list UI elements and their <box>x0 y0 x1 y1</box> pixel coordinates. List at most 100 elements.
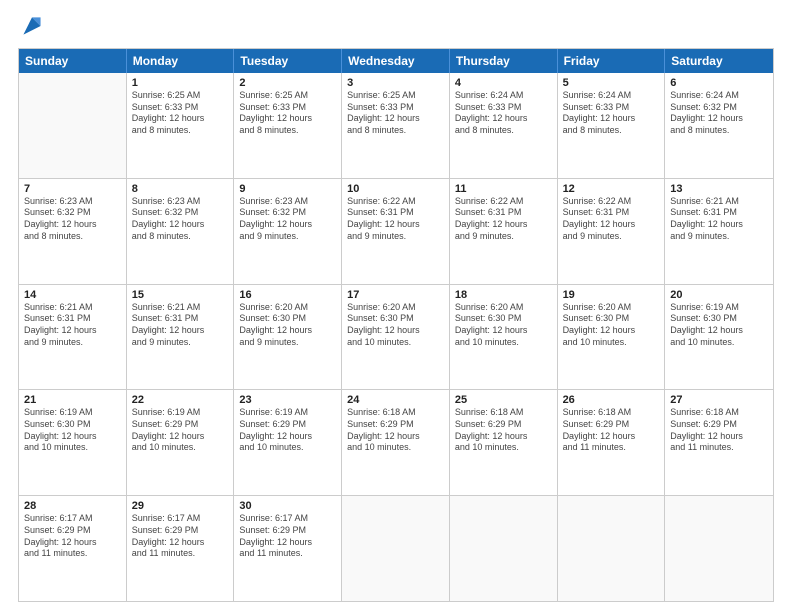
cell-info-line: Sunset: 6:33 PM <box>563 102 660 114</box>
cell-info-line: Sunrise: 6:21 AM <box>670 196 768 208</box>
day-number: 18 <box>455 289 552 301</box>
cell-info-line: Sunrise: 6:19 AM <box>132 407 229 419</box>
cell-info-line: Daylight: 12 hours <box>455 113 552 125</box>
calendar-row-0: 1Sunrise: 6:25 AMSunset: 6:33 PMDaylight… <box>19 73 773 178</box>
cell-info-line: and 8 minutes. <box>563 125 660 137</box>
calendar-cell: 11Sunrise: 6:22 AMSunset: 6:31 PMDayligh… <box>450 179 558 284</box>
calendar-cell: 14Sunrise: 6:21 AMSunset: 6:31 PMDayligh… <box>19 285 127 390</box>
day-number: 2 <box>239 77 336 89</box>
cell-info-line: and 10 minutes. <box>24 442 121 454</box>
day-number: 15 <box>132 289 229 301</box>
header-day-thursday: Thursday <box>450 49 558 73</box>
calendar-row-1: 7Sunrise: 6:23 AMSunset: 6:32 PMDaylight… <box>19 178 773 284</box>
calendar-cell: 6Sunrise: 6:24 AMSunset: 6:32 PMDaylight… <box>665 73 773 178</box>
cell-info-line: Daylight: 12 hours <box>670 325 768 337</box>
logo-text <box>18 18 44 38</box>
cell-info-line: and 10 minutes. <box>563 337 660 349</box>
day-number: 19 <box>563 289 660 301</box>
day-number: 5 <box>563 77 660 89</box>
cell-info-line: Sunset: 6:29 PM <box>563 419 660 431</box>
cell-info-line: Sunrise: 6:20 AM <box>347 302 444 314</box>
day-number: 26 <box>563 394 660 406</box>
calendar-cell <box>450 496 558 601</box>
calendar: SundayMondayTuesdayWednesdayThursdayFrid… <box>18 48 774 602</box>
cell-info-line: and 11 minutes. <box>563 442 660 454</box>
calendar-cell: 27Sunrise: 6:18 AMSunset: 6:29 PMDayligh… <box>665 390 773 495</box>
cell-info-line: Daylight: 12 hours <box>563 113 660 125</box>
cell-info-line: Sunset: 6:30 PM <box>239 313 336 325</box>
cell-info-line: Sunset: 6:33 PM <box>239 102 336 114</box>
day-number: 1 <box>132 77 229 89</box>
calendar-cell: 12Sunrise: 6:22 AMSunset: 6:31 PMDayligh… <box>558 179 666 284</box>
day-number: 28 <box>24 500 121 512</box>
calendar-cell: 2Sunrise: 6:25 AMSunset: 6:33 PMDaylight… <box>234 73 342 178</box>
cell-info-line: Daylight: 12 hours <box>670 431 768 443</box>
cell-info-line: Sunset: 6:30 PM <box>670 313 768 325</box>
cell-info-line: Sunset: 6:33 PM <box>347 102 444 114</box>
cell-info-line: Sunset: 6:31 PM <box>132 313 229 325</box>
cell-info-line: Sunset: 6:33 PM <box>455 102 552 114</box>
calendar-cell: 30Sunrise: 6:17 AMSunset: 6:29 PMDayligh… <box>234 496 342 601</box>
cell-info-line: Sunrise: 6:24 AM <box>670 90 768 102</box>
cell-info-line: Daylight: 12 hours <box>24 219 121 231</box>
header-day-saturday: Saturday <box>665 49 773 73</box>
cell-info-line: Daylight: 12 hours <box>347 325 444 337</box>
cell-info-line: Daylight: 12 hours <box>132 113 229 125</box>
calendar-cell: 25Sunrise: 6:18 AMSunset: 6:29 PMDayligh… <box>450 390 558 495</box>
day-number: 11 <box>455 183 552 195</box>
day-number: 3 <box>347 77 444 89</box>
cell-info-line: Sunrise: 6:18 AM <box>347 407 444 419</box>
cell-info-line: and 10 minutes. <box>455 337 552 349</box>
cell-info-line: and 8 minutes. <box>24 231 121 243</box>
cell-info-line: Daylight: 12 hours <box>563 325 660 337</box>
calendar-cell: 13Sunrise: 6:21 AMSunset: 6:31 PMDayligh… <box>665 179 773 284</box>
cell-info-line: and 8 minutes. <box>670 125 768 137</box>
calendar-cell <box>19 73 127 178</box>
cell-info-line: Daylight: 12 hours <box>239 431 336 443</box>
cell-info-line: and 11 minutes. <box>670 442 768 454</box>
cell-info-line: Sunset: 6:29 PM <box>132 525 229 537</box>
cell-info-line: Sunrise: 6:20 AM <box>455 302 552 314</box>
day-number: 17 <box>347 289 444 301</box>
day-number: 21 <box>24 394 121 406</box>
cell-info-line: Daylight: 12 hours <box>24 431 121 443</box>
cell-info-line: Sunrise: 6:17 AM <box>132 513 229 525</box>
cell-info-line: Sunset: 6:29 PM <box>455 419 552 431</box>
calendar-cell <box>342 496 450 601</box>
cell-info-line: Daylight: 12 hours <box>563 431 660 443</box>
cell-info-line: Sunset: 6:30 PM <box>563 313 660 325</box>
cell-info-line: and 8 minutes. <box>132 231 229 243</box>
calendar-cell: 22Sunrise: 6:19 AMSunset: 6:29 PMDayligh… <box>127 390 235 495</box>
cell-info-line: and 11 minutes. <box>24 548 121 560</box>
cell-info-line: and 9 minutes. <box>347 231 444 243</box>
day-number: 29 <box>132 500 229 512</box>
cell-info-line: Sunrise: 6:25 AM <box>239 90 336 102</box>
day-number: 25 <box>455 394 552 406</box>
cell-info-line: Sunrise: 6:21 AM <box>132 302 229 314</box>
cell-info-line: Sunrise: 6:22 AM <box>347 196 444 208</box>
cell-info-line: Sunset: 6:30 PM <box>455 313 552 325</box>
cell-info-line: Sunset: 6:29 PM <box>239 525 336 537</box>
cell-info-line: Sunrise: 6:25 AM <box>347 90 444 102</box>
cell-info-line: Sunset: 6:31 PM <box>563 207 660 219</box>
cell-info-line: Sunrise: 6:23 AM <box>24 196 121 208</box>
cell-info-line: Sunset: 6:32 PM <box>239 207 336 219</box>
calendar-cell: 4Sunrise: 6:24 AMSunset: 6:33 PMDaylight… <box>450 73 558 178</box>
header-day-monday: Monday <box>127 49 235 73</box>
calendar-row-3: 21Sunrise: 6:19 AMSunset: 6:30 PMDayligh… <box>19 389 773 495</box>
cell-info-line: Daylight: 12 hours <box>24 325 121 337</box>
cell-info-line: Sunrise: 6:25 AM <box>132 90 229 102</box>
cell-info-line: Daylight: 12 hours <box>347 113 444 125</box>
day-number: 16 <box>239 289 336 301</box>
day-number: 12 <box>563 183 660 195</box>
calendar-cell: 26Sunrise: 6:18 AMSunset: 6:29 PMDayligh… <box>558 390 666 495</box>
calendar-cell: 7Sunrise: 6:23 AMSunset: 6:32 PMDaylight… <box>19 179 127 284</box>
cell-info-line: and 9 minutes. <box>132 337 229 349</box>
cell-info-line: and 10 minutes. <box>347 337 444 349</box>
header <box>18 18 774 38</box>
cell-info-line: Sunrise: 6:24 AM <box>563 90 660 102</box>
cell-info-line: Sunrise: 6:23 AM <box>132 196 229 208</box>
calendar-cell: 16Sunrise: 6:20 AMSunset: 6:30 PMDayligh… <box>234 285 342 390</box>
cell-info-line: Daylight: 12 hours <box>455 325 552 337</box>
cell-info-line: Daylight: 12 hours <box>132 431 229 443</box>
